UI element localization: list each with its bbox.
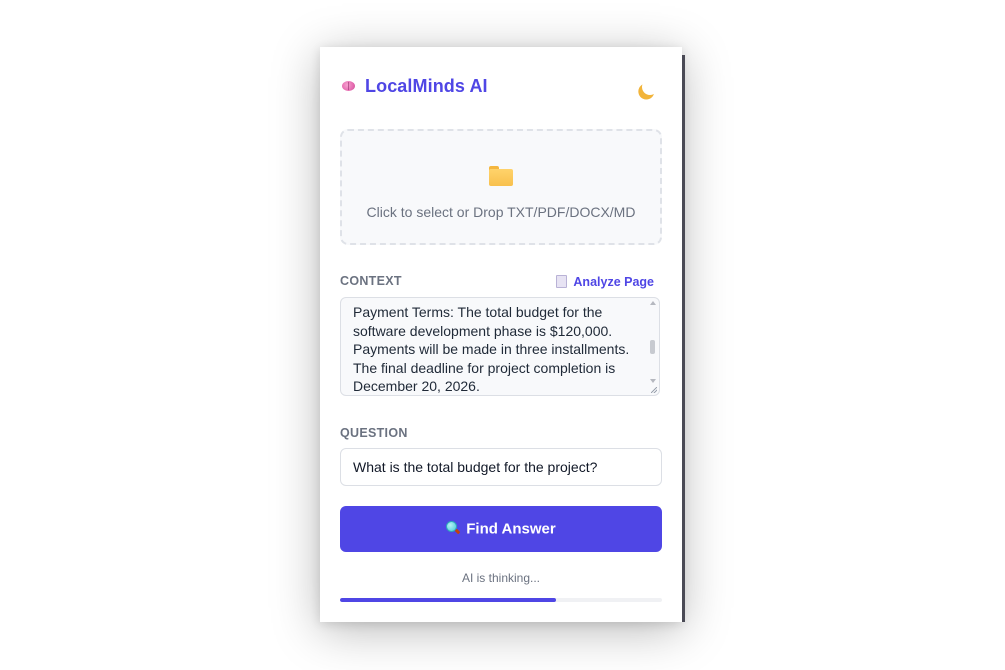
- file-dropzone[interactable]: Click to select or Drop TXT/PDF/DOCX/MD: [340, 129, 662, 245]
- brain-icon: [342, 81, 355, 91]
- context-text: Payment Terms: The total budget for the …: [353, 304, 630, 394]
- context-scrollbar[interactable]: [649, 301, 657, 389]
- analyze-page-label: Analyze Page: [573, 275, 654, 289]
- question-label: QUESTION: [340, 426, 408, 440]
- find-answer-label: Find Answer: [466, 520, 556, 538]
- resize-grip-icon[interactable]: [651, 387, 657, 393]
- magnifier-icon: [446, 520, 461, 535]
- popup-border-edge: [682, 55, 685, 622]
- progress-bar: [340, 598, 662, 602]
- status-text: AI is thinking...: [461, 571, 541, 585]
- scroll-down-icon[interactable]: [650, 379, 656, 383]
- moon-icon: [640, 77, 661, 98]
- theme-toggle-button[interactable]: [632, 75, 656, 99]
- page-background: LocalMinds AI Click to select or Drop TX…: [0, 0, 1005, 670]
- context-textarea[interactable]: Payment Terms: The total budget for the …: [340, 297, 660, 396]
- document-icon: [556, 275, 568, 288]
- find-answer-button[interactable]: Find Answer: [340, 506, 662, 552]
- progress-fill: [340, 598, 556, 602]
- scroll-thumb[interactable]: [650, 340, 655, 354]
- app-header: LocalMinds AI: [340, 75, 662, 101]
- extension-popup: LocalMinds AI Click to select or Drop TX…: [320, 47, 682, 622]
- context-label: CONTEXT: [340, 274, 402, 288]
- analyze-page-button[interactable]: Analyze Page: [556, 273, 654, 289]
- scroll-up-icon[interactable]: [650, 301, 656, 305]
- question-input[interactable]: [340, 448, 662, 486]
- dropzone-prompt: Click to select or Drop TXT/PDF/DOCX/MD: [366, 204, 636, 220]
- app-title: LocalMinds AI: [365, 76, 488, 96]
- folder-icon: [489, 166, 513, 186]
